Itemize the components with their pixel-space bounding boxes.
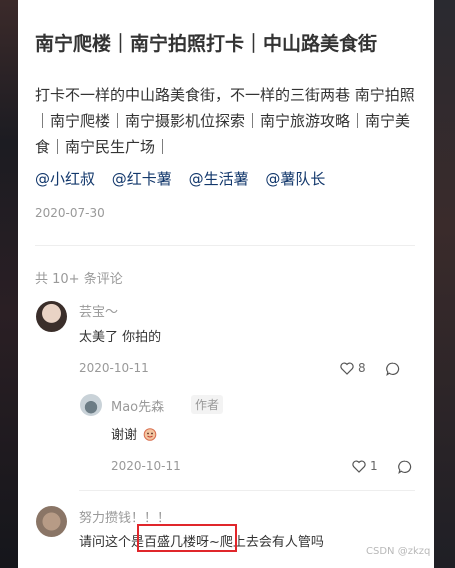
post-tags: @小红叔 @红卡薯 @生活薯 @薯队长: [35, 167, 420, 191]
post-card: 南宁爬楼｜南宁拍照打卡｜中山路美食街 打卡不一样的中山路美食街，不一样的三街两巷…: [18, 0, 434, 568]
comment-date: 2020-10-11: [79, 361, 149, 375]
heart-icon: [340, 361, 354, 375]
like-button[interactable]: 8: [340, 361, 366, 375]
tag-link[interactable]: @小红叔: [35, 170, 95, 188]
reply-button[interactable]: [398, 459, 412, 478]
post-title: 南宁爬楼｜南宁拍照打卡｜中山路美食街: [35, 33, 378, 55]
watermark: CSDN @zkzq: [366, 546, 431, 557]
avatar[interactable]: [36, 301, 67, 332]
background-right-edge: [434, 0, 455, 568]
comment-text: 太美了 你拍的: [79, 330, 162, 345]
avatar[interactable]: [36, 506, 67, 537]
heart-icon: [352, 459, 366, 473]
post-description: 打卡不一样的中山路美食街，不一样的三街两巷 南宁拍照｜南宁爬楼｜南宁摄影机位探索…: [35, 86, 415, 156]
tag-link[interactable]: @薯队长: [265, 170, 325, 188]
tag-link[interactable]: @红卡薯: [112, 170, 172, 188]
tag-link[interactable]: @生活薯: [189, 170, 249, 188]
divider: [35, 245, 415, 246]
background-left-edge: [0, 0, 18, 568]
like-button[interactable]: 1: [352, 459, 378, 473]
comment-icon: [386, 362, 400, 376]
comment-text-content: 谢谢: [111, 428, 138, 443]
smiling-face-emoji-icon: [143, 428, 157, 441]
comment-icon: [398, 460, 412, 474]
highlight-box: [137, 524, 237, 552]
like-count: 8: [358, 361, 366, 375]
avatar[interactable]: [80, 394, 102, 416]
post-date: 2020-07-30: [35, 206, 105, 220]
comment-author[interactable]: Mao先森: [111, 396, 164, 415]
divider: [79, 490, 415, 491]
like-count: 1: [370, 459, 378, 473]
comment-count: 共 10+ 条评论: [35, 272, 123, 287]
comment-date: 2020-10-11: [111, 459, 181, 473]
author-badge: 作者: [191, 395, 224, 414]
comment-text: 谢谢: [111, 424, 157, 443]
reply-button[interactable]: [386, 361, 400, 380]
comment-author[interactable]: 芸宝～: [79, 301, 118, 320]
